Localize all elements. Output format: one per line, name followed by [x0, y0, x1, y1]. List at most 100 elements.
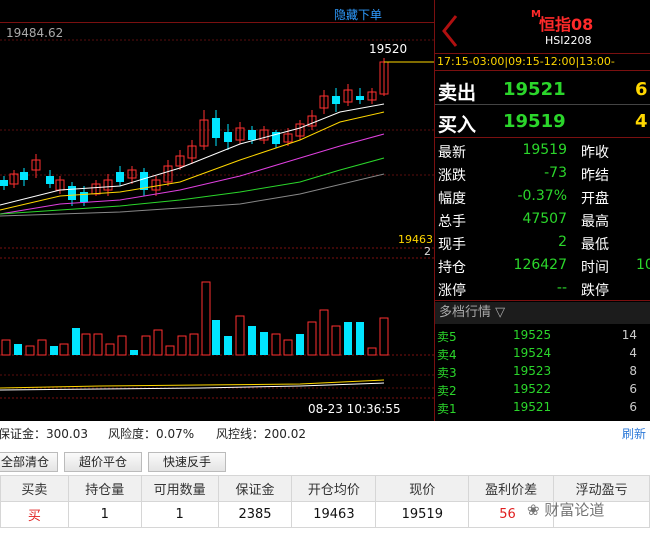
depth-row[interactable]: 卖1 19521 6: [435, 398, 650, 416]
volume-bar: [367, 347, 377, 356]
available-qty-cell: 1: [140, 501, 219, 528]
depth-volume: 6: [629, 382, 637, 396]
kline-chart: [0, 39, 434, 399]
quote-row: 涨跌 -73 昨结: [435, 162, 650, 185]
top-divider: [0, 22, 434, 23]
quote-row: 持仓 126427 时间 10: [435, 254, 650, 277]
depth-level: 卖1: [437, 402, 457, 416]
stat-value: 47507: [522, 211, 567, 227]
side-cell: 买: [0, 501, 69, 528]
quick-reverse-button[interactable]: 快速反手: [148, 452, 226, 472]
watermark-text: 财富论道: [544, 501, 605, 519]
depth-volume: 14: [621, 328, 637, 342]
current-price-cell: 19519: [375, 501, 470, 528]
trading-sessions: 17:15-03:00|09:15-12:00|13:00-: [435, 53, 650, 71]
depth-row[interactable]: 卖3 19523 8: [435, 362, 650, 380]
volume-bar: [81, 333, 91, 356]
volume-bar: [72, 328, 80, 355]
candle-body: [68, 186, 76, 200]
bid-row[interactable]: 买入 19519 4: [435, 106, 650, 136]
chart-timestamp: 08-23 10:36:55: [308, 402, 401, 416]
volume-bar: [189, 333, 199, 356]
symbol-name: 恒指08: [539, 15, 594, 34]
ma40-line: [0, 157, 385, 215]
stat-label: 持仓: [438, 260, 466, 276]
volume-bar: [50, 346, 58, 355]
depth-row[interactable]: 卖5 19525 14: [435, 326, 650, 344]
candle-body: [20, 172, 28, 180]
candle-body: [224, 132, 232, 142]
volume-bar: [93, 333, 103, 356]
super-close-button[interactable]: 超价平仓: [64, 452, 142, 472]
candle-body: [0, 180, 8, 186]
ask-label: 卖出: [438, 82, 477, 104]
depth-level: 卖5: [437, 330, 457, 344]
volume-bar: [271, 333, 281, 356]
hide-order-link[interactable]: 隐藏下单: [334, 6, 382, 23]
current-price-suffix: 2: [424, 245, 431, 258]
close-all-button[interactable]: 全部清仓: [0, 452, 58, 472]
depth-toggle[interactable]: 多档行情 ▽: [435, 302, 650, 324]
quote-row: 最新 19519 昨收: [435, 139, 650, 162]
volume-bar: [25, 345, 35, 356]
refresh-link[interactable]: 刷新: [622, 421, 646, 448]
col-header[interactable]: 浮动盈亏: [553, 475, 650, 502]
volume-bar: [248, 326, 256, 355]
stat-label: 最低: [581, 237, 609, 253]
risk-line-value: 风控线：200.02: [216, 427, 306, 441]
volume-bar: [212, 320, 220, 355]
table-header-row: 买卖 持仓量 可用数量 保证金 开仓均价 现价 盈利价差 浮动盈亏: [0, 475, 650, 502]
volume-bar: [224, 336, 232, 355]
depth-row[interactable]: 卖4 19524 4: [435, 344, 650, 362]
volume-bar: [105, 343, 115, 356]
stat-value: -73: [544, 165, 567, 181]
risk-value: 风险度：0.07%: [108, 427, 195, 441]
candle-body: [116, 172, 124, 182]
col-header[interactable]: 开仓均价: [291, 475, 377, 502]
wechat-icon: ❀: [527, 501, 540, 519]
volume-bar: [201, 281, 211, 356]
ask-volume: 6: [635, 79, 648, 100]
open-avg-cell: 19463: [291, 501, 377, 528]
quote-row: 现手 2 最低: [435, 231, 650, 254]
stat-label: 最新: [438, 145, 466, 161]
col-header[interactable]: 买卖: [0, 475, 69, 502]
depth-price: 19523: [513, 364, 552, 378]
volume-bar: [379, 317, 389, 356]
back-arrow-icon[interactable]: [441, 14, 459, 52]
col-header[interactable]: 保证金: [217, 475, 293, 502]
chart-area[interactable]: 隐藏下单 19484.62 19520 19463 2 08-23 10:36:…: [0, 0, 434, 421]
ask-row[interactable]: 卖出 19521 6: [435, 74, 650, 104]
volume-bar: [260, 332, 268, 355]
candle-body: [248, 130, 256, 140]
stat-value: 126427: [513, 257, 567, 273]
stat-label: 涨停: [438, 283, 466, 299]
high-price-label: 19520: [369, 42, 408, 56]
volume-bar: [235, 315, 245, 356]
col-header[interactable]: 可用数量: [140, 475, 219, 502]
depth-level: 卖4: [437, 348, 457, 362]
stat-label: 总手: [438, 214, 466, 230]
quote-panel: M 恒指08 HSI2208 17:15-03:00|09:15-12:00|1…: [434, 0, 650, 421]
stat-label: 时间: [581, 260, 609, 276]
col-header[interactable]: 盈利价差: [468, 475, 555, 502]
candle-body: [80, 192, 88, 202]
depth-price: 19525: [513, 328, 552, 342]
depth-title: 多档行情: [439, 305, 492, 320]
col-header[interactable]: 持仓量: [67, 475, 142, 502]
volume-bar: [283, 339, 293, 356]
volume-bar: [14, 344, 22, 355]
stat-label: 现手: [438, 237, 466, 253]
quote-row: 总手 47507 最高: [435, 208, 650, 231]
depth-volume: 8: [629, 364, 637, 378]
stat-value: 10: [636, 257, 650, 273]
stat-label: 昨结: [581, 168, 609, 184]
depth-row[interactable]: 卖2 19522 6: [435, 380, 650, 398]
col-header[interactable]: 现价: [375, 475, 470, 502]
quote-row: 涨停 -- 跌停: [435, 277, 650, 300]
stat-value: -0.37%: [517, 188, 567, 204]
stat-label: 幅度: [438, 191, 466, 207]
depth-volume: 4: [629, 346, 637, 360]
volume-bar: [130, 350, 138, 355]
candle-body: [356, 96, 364, 100]
